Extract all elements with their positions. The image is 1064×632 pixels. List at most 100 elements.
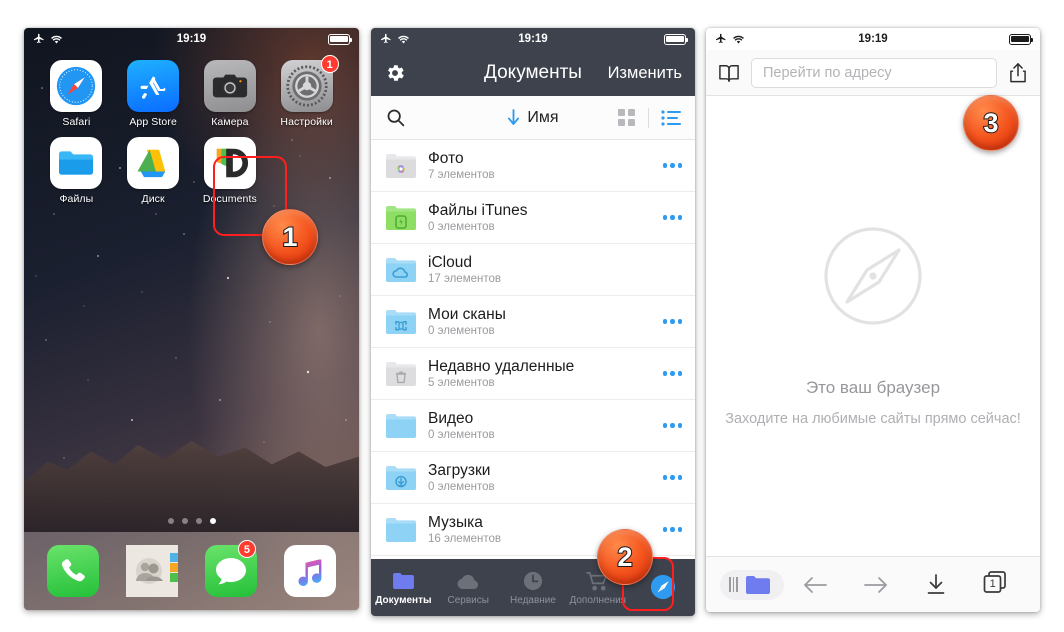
arrow-right-icon[interactable]	[863, 575, 889, 595]
share-icon[interactable]	[1008, 62, 1028, 84]
battery-icon	[328, 33, 353, 45]
callout-number: 3	[982, 107, 999, 139]
more-options-button[interactable]	[657, 423, 682, 428]
grid-view-icon[interactable]	[618, 108, 636, 127]
gear-icon[interactable]	[384, 62, 406, 84]
home-dock: 5	[24, 532, 359, 610]
search-icon[interactable]	[385, 107, 406, 128]
tab-label: Дополнения	[569, 595, 627, 606]
scans-folder-icon	[385, 308, 417, 335]
google-drive-icon	[127, 137, 180, 189]
callout-number: 1	[281, 221, 298, 253]
iphone-home-screen-panel: 19:19 Safari App Store Камера 1 Настройк…	[24, 28, 359, 610]
more-options-button[interactable]	[657, 527, 682, 532]
app-icon-documents[interactable]: Documents	[197, 137, 263, 205]
tabs-button[interactable]: 1	[982, 570, 1008, 599]
photos-folder-icon	[385, 152, 417, 179]
messages-badge: 5	[237, 540, 256, 558]
home-app-grid: Safari App Store Камера 1 Настройки Файл…	[24, 50, 359, 205]
file-name: Загрузки	[428, 461, 491, 479]
more-options-button[interactable]	[657, 371, 682, 376]
tab-documents[interactable]: Документы	[371, 569, 436, 606]
list-item[interactable]: Недавно удаленные 5 элементов	[371, 348, 695, 400]
app-label: Файлы	[59, 193, 94, 205]
page-indicator[interactable]	[24, 518, 359, 524]
files-icon	[50, 137, 103, 189]
more-options-button[interactable]	[657, 163, 682, 168]
list-item[interactable]: Видео 0 элементов	[371, 400, 695, 452]
app-store-icon	[127, 60, 180, 112]
file-subtitle: 0 элементов	[428, 221, 495, 234]
documents-navbar: Документы Изменить	[371, 50, 695, 96]
dock-icon-messages[interactable]: 5	[204, 540, 257, 597]
dock-icon-music[interactable]	[283, 545, 336, 597]
browser-top-bar: Перейти по адресу	[706, 50, 1040, 96]
more-options-button[interactable]	[657, 215, 682, 220]
page-dot	[167, 518, 174, 524]
file-subtitle: 17 элементов	[428, 273, 502, 286]
callout-badge-1: 1	[262, 209, 318, 265]
clock-icon	[501, 569, 566, 593]
documents-toolbar: Имя	[371, 96, 695, 140]
callout-badge-2: 2	[597, 529, 653, 585]
music-folder-icon	[385, 516, 417, 543]
file-name: iCloud	[428, 253, 472, 271]
app-icon-camera[interactable]: Камера	[197, 60, 263, 128]
status-bar-time: 19:19	[176, 33, 207, 45]
status-bar-browser: 19:19	[706, 28, 1040, 50]
download-icon[interactable]	[925, 573, 947, 597]
browser-empty-state: Это ваш браузер Заходите на любимые сайт…	[706, 96, 1040, 556]
more-options-button[interactable]	[657, 319, 682, 324]
empty-state-title: Это ваш браузер	[805, 377, 941, 397]
list-item[interactable]: Файлы iTunes 0 элементов	[371, 192, 695, 244]
drag-handle-icon[interactable]	[729, 577, 738, 592]
file-subtitle: 5 элементов	[428, 377, 495, 390]
app-icon-google-drive[interactable]: Диск	[120, 137, 186, 205]
app-label: Documents	[202, 193, 257, 205]
callout-number: 2	[616, 541, 633, 573]
app-icon-app-store[interactable]: App Store	[120, 60, 186, 128]
arrow-left-icon[interactable]	[802, 575, 828, 595]
list-item[interactable]: Загрузки 0 элементов	[371, 452, 695, 504]
more-options-button[interactable]	[657, 475, 682, 480]
tab-recent[interactable]: Недавние	[501, 569, 566, 606]
safari-icon	[50, 60, 103, 112]
tab-label: Документы	[375, 595, 432, 606]
edit-button[interactable]: Изменить	[608, 64, 682, 83]
screenshot-stage: 19:19 Safari App Store Камера 1 Настройк…	[0, 0, 1064, 632]
app-label: Диск	[141, 193, 165, 205]
sort-label: Имя	[527, 108, 559, 126]
app-icon-files[interactable]: Файлы	[43, 137, 109, 205]
arrow-down-icon	[508, 109, 520, 125]
list-item[interactable]: Фото 7 элементов	[371, 140, 695, 192]
file-name: Недавно удаленные	[428, 357, 575, 375]
address-input[interactable]: Перейти по адресу	[751, 57, 997, 88]
list-view-icon[interactable]	[661, 109, 681, 126]
file-name: Мои сканы	[428, 305, 506, 323]
tab-services[interactable]: Сервисы	[436, 569, 501, 606]
dock-icon-phone[interactable]	[47, 545, 100, 597]
status-bar-home: 19:19	[24, 28, 359, 50]
app-icon-safari[interactable]: Safari	[43, 60, 109, 128]
list-item[interactable]: Мои сканы 0 элементов	[371, 296, 695, 348]
tabs-count: 1	[989, 578, 996, 590]
file-list[interactable]: Фото 7 элементов Файлы iTunes 0 элементо…	[371, 140, 695, 559]
list-item[interactable]: iCloud 17 элементов	[371, 244, 695, 296]
address-placeholder: Перейти по адресу	[763, 64, 892, 81]
book-icon[interactable]	[718, 63, 740, 83]
file-name: Музыка	[428, 513, 483, 531]
dock-icon-contacts[interactable]	[126, 545, 179, 597]
files-drawer-button[interactable]	[720, 569, 784, 600]
music-icon	[283, 545, 336, 597]
phone-icon	[47, 545, 100, 597]
file-name: Видео	[428, 409, 474, 427]
settings-badge: 1	[320, 55, 339, 73]
app-label: Настройки	[280, 116, 333, 128]
battery-icon	[1009, 33, 1034, 45]
contacts-icon	[126, 545, 179, 597]
folder-icon	[371, 569, 436, 593]
app-icon-settings[interactable]: 1 Настройки	[274, 55, 340, 128]
file-subtitle: 0 элементов	[428, 481, 495, 494]
trash-folder-icon	[385, 360, 417, 387]
file-name: Файлы iTunes	[428, 201, 528, 219]
